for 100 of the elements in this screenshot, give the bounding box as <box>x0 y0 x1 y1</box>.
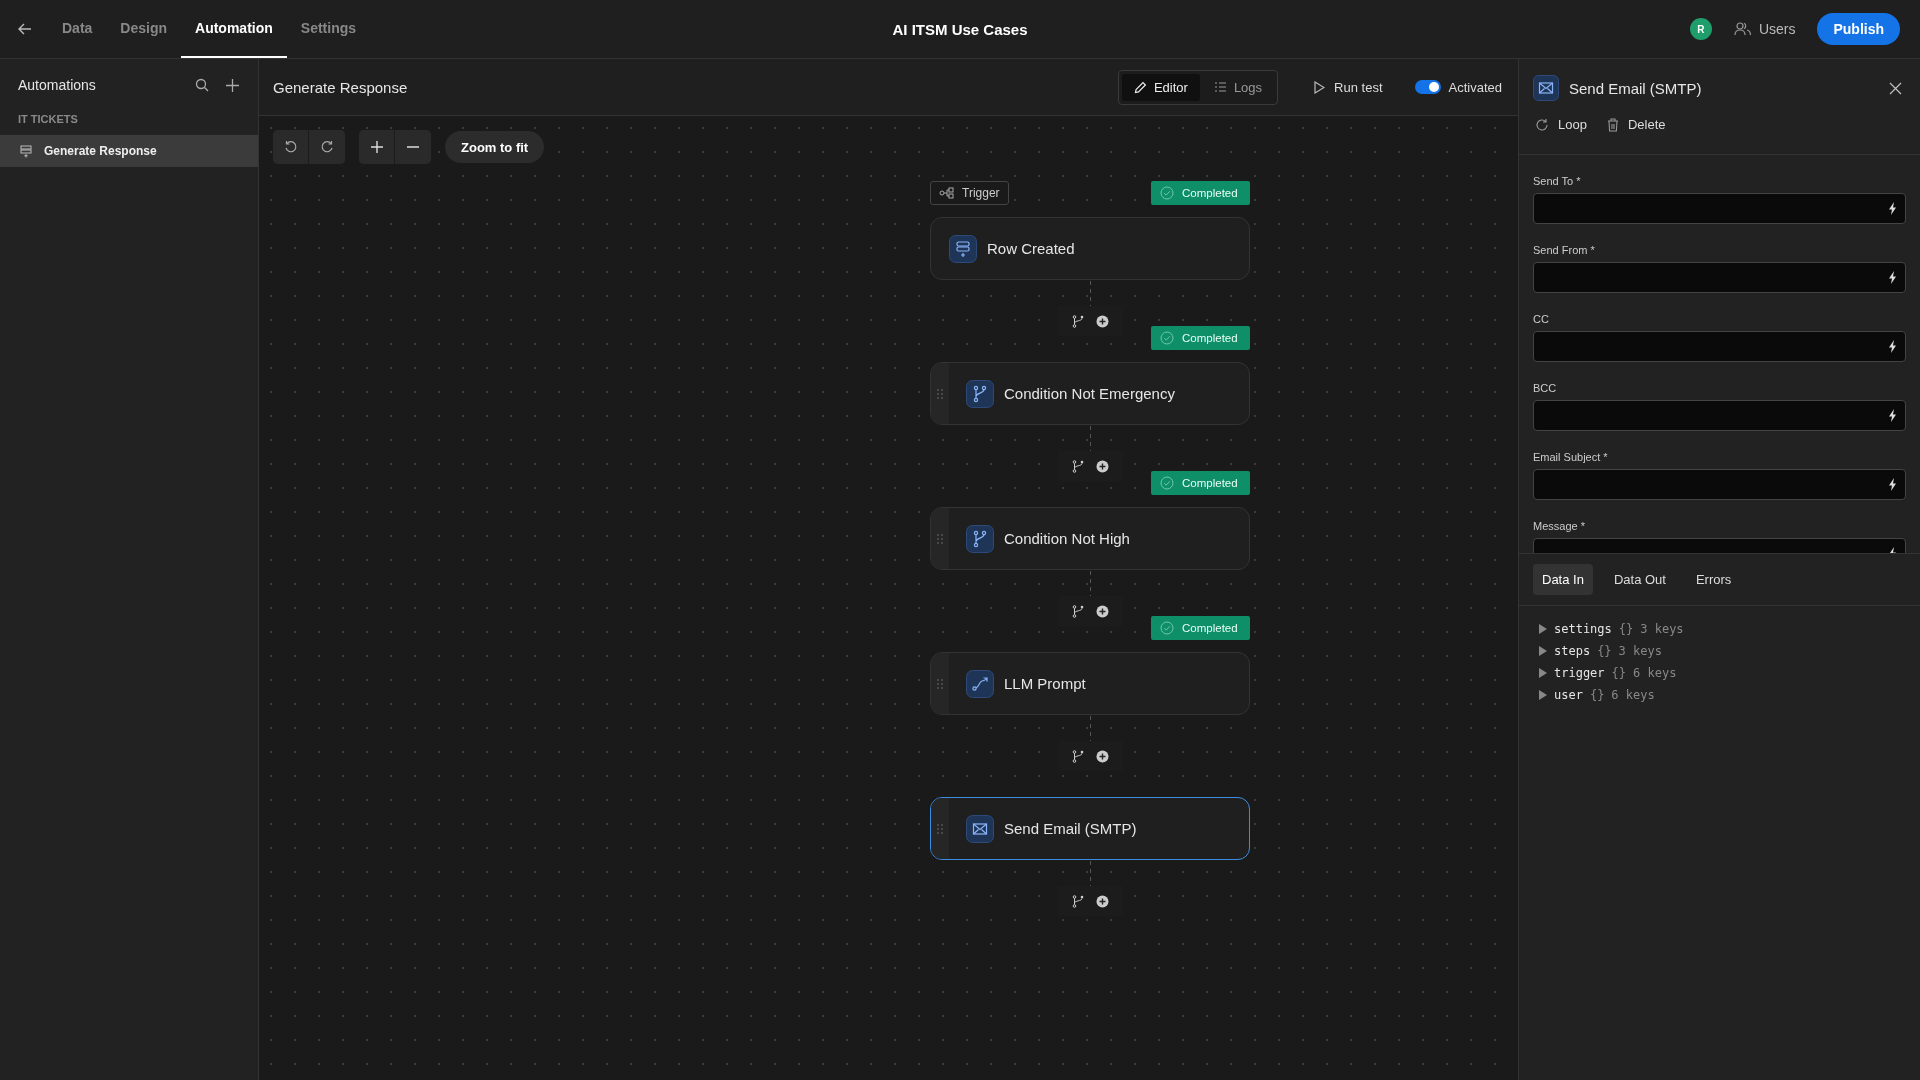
nav-tab[interactable]: Settings <box>286 0 371 58</box>
lightning-icon[interactable] <box>1888 202 1897 215</box>
plus-icon <box>369 140 384 154</box>
run-test-button[interactable]: Run test <box>1308 78 1389 96</box>
drag-handle-icon[interactable] <box>936 387 944 400</box>
tree-count: 6 keys <box>1633 666 1677 680</box>
input-field[interactable] <box>1533 469 1906 500</box>
tab[interactable]: Data In <box>1533 564 1593 595</box>
envelope-icon <box>966 814 994 843</box>
publish-button[interactable]: Publish <box>1817 13 1900 45</box>
redo-icon <box>320 140 334 154</box>
lightning-icon[interactable] <box>1888 271 1897 284</box>
lightning-icon[interactable] <box>1888 478 1897 491</box>
play-icon <box>1314 80 1326 94</box>
rows-icon <box>949 234 977 263</box>
add-step-icon[interactable] <box>1095 459 1109 473</box>
status-badge: Completed <box>1151 181 1250 205</box>
tree-key[interactable]: steps <box>1554 644 1591 658</box>
branch-icon[interactable] <box>1071 459 1084 473</box>
pencil-icon <box>1133 80 1147 94</box>
status-badge: Completed <box>1151 471 1250 495</box>
activated-toggle[interactable] <box>1414 80 1441 94</box>
automation-title: Generate Response <box>273 78 409 96</box>
tree-count: 3 keys <box>1640 622 1684 636</box>
tab[interactable]: Data Out <box>1604 564 1675 595</box>
expand-caret-icon[interactable] <box>1539 690 1547 700</box>
panel-action[interactable]: Delete <box>1606 117 1666 132</box>
input-field[interactable] <box>1533 262 1906 293</box>
branch-icon[interactable] <box>1071 749 1084 763</box>
branch-icon[interactable] <box>1071 604 1084 618</box>
tree-type: {} <box>1597 644 1612 658</box>
panel-action[interactable]: Loop <box>1535 117 1587 132</box>
nav-tab[interactable]: Design <box>106 0 182 58</box>
undo-icon <box>283 140 298 154</box>
path-icon <box>966 669 994 698</box>
rows-icon <box>20 144 32 158</box>
panel-title: Send Email (SMTP) <box>1569 79 1703 97</box>
loop-icon <box>1535 117 1549 132</box>
tree-count: 6 keys <box>1611 688 1655 702</box>
undo-button[interactable] <box>273 130 309 164</box>
drag-handle-icon[interactable] <box>936 822 944 835</box>
input-field[interactable] <box>1533 331 1906 362</box>
branch-icon[interactable] <box>1071 894 1084 908</box>
envelope-icon <box>1533 75 1559 101</box>
zoom-in-button[interactable] <box>359 130 395 164</box>
step-card[interactable]: Row Created <box>930 217 1250 280</box>
tree-count: 3 keys <box>1618 644 1662 658</box>
lightning-icon[interactable] <box>1888 340 1897 353</box>
field-label: CC <box>1533 313 1550 325</box>
field-label: Send From * <box>1533 244 1596 256</box>
expand-caret-icon[interactable] <box>1539 668 1547 678</box>
step-card[interactable]: Condition Not Emergency <box>930 362 1250 425</box>
field-label: Message * <box>1533 520 1586 532</box>
check-circle-icon <box>1160 186 1174 200</box>
status-badge: Completed <box>1151 616 1250 640</box>
status-badge: Completed <box>1151 326 1250 350</box>
nav-tab[interactable]: Data <box>48 0 107 58</box>
close-icon[interactable] <box>1889 81 1902 95</box>
step-card[interactable]: LLM Prompt <box>930 652 1250 715</box>
add-step-icon[interactable] <box>1095 314 1109 328</box>
toggle-label: Activated <box>1448 79 1502 95</box>
trigger-label: Trigger <box>930 181 1009 205</box>
check-circle-icon <box>1160 621 1174 635</box>
field-label: BCC <box>1533 382 1558 394</box>
check-circle-icon <box>1160 476 1174 490</box>
drag-handle-icon[interactable] <box>936 532 944 545</box>
drag-handle-icon[interactable] <box>936 677 944 690</box>
list-icon <box>1213 81 1227 93</box>
add-step-icon[interactable] <box>1095 894 1109 908</box>
sidebar-title: Automations <box>18 77 97 93</box>
lightning-icon[interactable] <box>1888 409 1897 422</box>
tree-key[interactable]: trigger <box>1554 666 1605 680</box>
tree-type: {} <box>1618 622 1634 636</box>
automation-item[interactable]: Generate Response <box>0 135 258 167</box>
add-icon[interactable] <box>225 77 240 93</box>
step-card[interactable]: Condition Not High <box>930 507 1250 570</box>
zoom-to-fit-button[interactable]: Zoom to fit <box>445 131 545 163</box>
field-label: Send To * <box>1533 175 1582 187</box>
tree-type: {} <box>1589 688 1605 702</box>
search-icon[interactable] <box>195 78 209 92</box>
branch-icon[interactable] <box>1071 314 1084 328</box>
expand-caret-icon[interactable] <box>1539 624 1547 634</box>
expand-caret-icon[interactable] <box>1539 646 1547 656</box>
branch-icon <box>966 379 994 408</box>
input-field[interactable] <box>1533 400 1906 431</box>
mode-tab[interactable]: Editor <box>1121 73 1200 101</box>
add-step-icon[interactable] <box>1095 604 1109 618</box>
input-field[interactable] <box>1533 193 1906 224</box>
tree-type: {} <box>1611 666 1627 680</box>
tree-key[interactable]: settings <box>1554 622 1612 636</box>
step-card[interactable]: Send Email (SMTP) <box>930 797 1250 860</box>
users-button[interactable]: Users <box>1733 21 1796 37</box>
add-step-icon[interactable] <box>1095 749 1109 763</box>
group-heading: IT TICKETS <box>17 112 79 127</box>
mode-tab[interactable]: Logs <box>1201 73 1275 101</box>
back-arrow-icon[interactable] <box>18 23 32 35</box>
tree-key[interactable]: user <box>1554 688 1583 702</box>
check-circle-icon <box>1160 331 1174 345</box>
app-title: AI ITSM Use Cases <box>892 20 1028 38</box>
tab[interactable]: Errors <box>1686 564 1741 595</box>
